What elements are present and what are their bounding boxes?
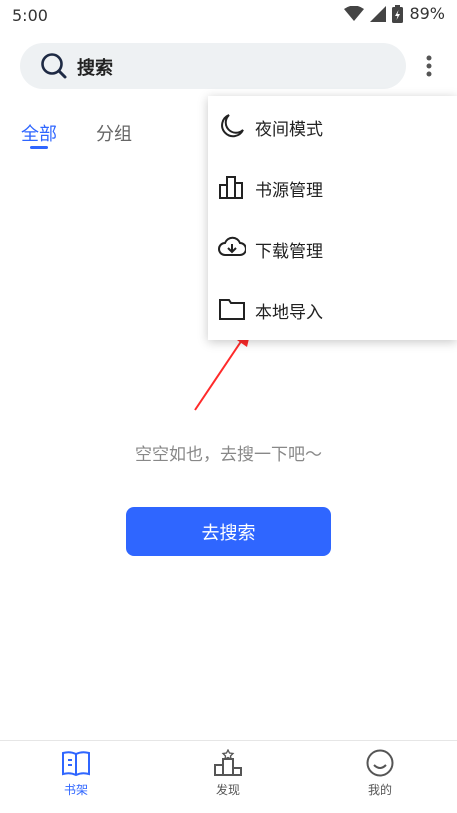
menu-item-download[interactable]: 下载管理 <box>208 218 457 279</box>
folder-icon <box>218 295 246 327</box>
status-bar: 5:00 89% <box>0 0 457 32</box>
search-bar[interactable]: 搜索 <box>20 43 406 89</box>
tab-group[interactable]: 分组 <box>96 120 132 146</box>
menu-item-local-import[interactable]: 本地导入 <box>208 279 457 340</box>
menu-item-label: 本地导入 <box>255 303 323 323</box>
menu-item-label: 书源管理 <box>255 181 323 201</box>
smile-icon <box>340 749 420 777</box>
menu-item-label: 夜间模式 <box>255 120 323 140</box>
cloud-download-icon <box>218 234 247 266</box>
nav-label: 我的 <box>367 783 392 797</box>
go-search-button[interactable]: 去搜索 <box>126 507 331 556</box>
nav-label: 发现 <box>215 783 240 797</box>
menu-item-night-mode[interactable]: 夜间模式 <box>208 96 457 157</box>
menu-item-label: 下载管理 <box>255 242 323 262</box>
status-time: 5:00 <box>12 6 48 25</box>
overflow-menu: 夜间模式 书源管理 下载管理 本地导入 <box>208 96 457 340</box>
more-vert-icon <box>426 55 432 77</box>
nav-bookshelf[interactable]: 书架 <box>36 749 116 798</box>
signal-icon <box>370 5 387 22</box>
book-icon <box>36 749 116 777</box>
moon-icon <box>218 112 246 144</box>
search-icon <box>40 52 68 84</box>
tab-all[interactable]: 全部 <box>21 120 57 146</box>
nav-label: 书架 <box>63 783 88 797</box>
nav-mine[interactable]: 我的 <box>340 749 420 798</box>
bar-chart-icon <box>218 173 246 205</box>
more-options-button[interactable] <box>418 50 440 82</box>
bottom-nav: 书架 发现 我的 <box>0 740 457 813</box>
tab-indicator <box>30 146 48 149</box>
battery-percent: 89% <box>409 4 445 23</box>
status-icons: 89% <box>344 4 445 23</box>
nav-discover[interactable]: 发现 <box>188 749 268 798</box>
search-label: 搜索 <box>77 58 113 79</box>
menu-item-book-source[interactable]: 书源管理 <box>208 157 457 218</box>
empty-state-text: 空空如也，去搜一下吧～ <box>135 445 322 465</box>
podium-icon <box>188 749 268 777</box>
wifi-icon <box>344 5 365 22</box>
battery-icon <box>392 4 404 23</box>
